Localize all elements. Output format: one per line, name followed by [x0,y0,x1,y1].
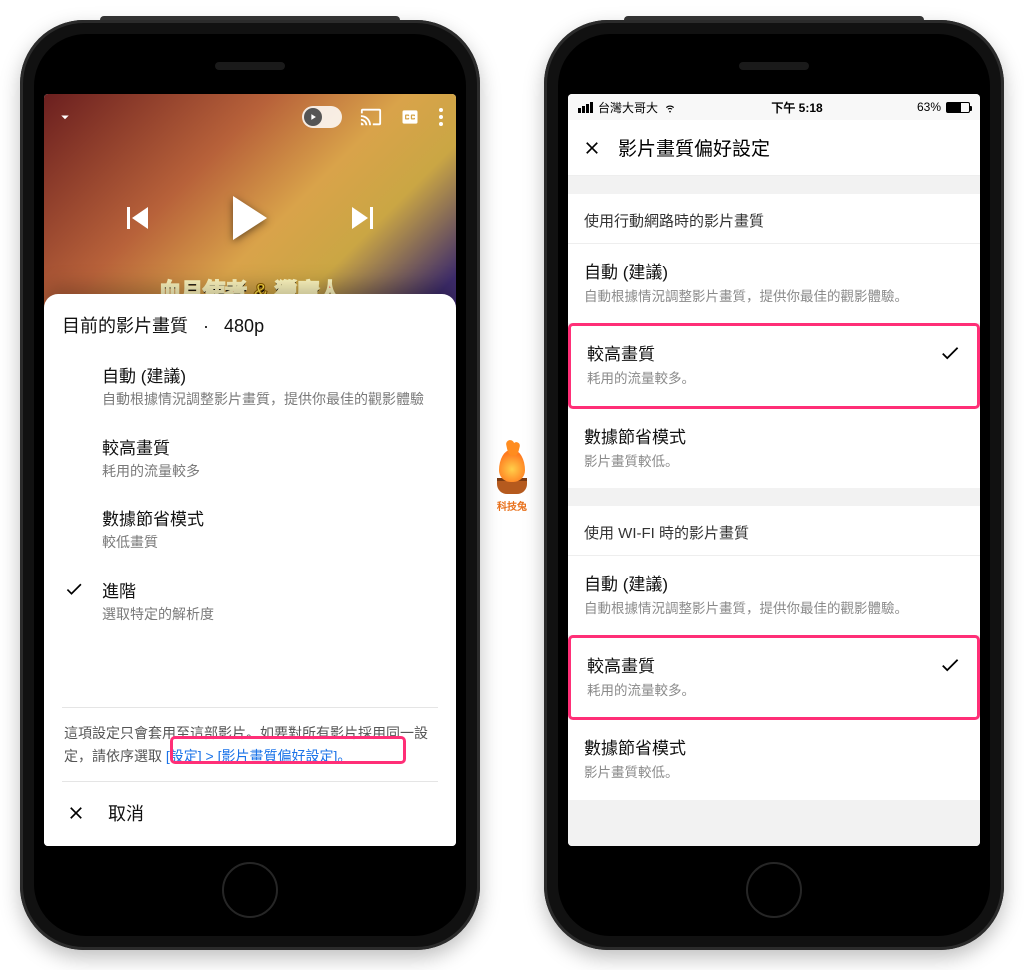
mobile-option-auto[interactable]: 自動 (建議) 自動根據情況調整影片畫質，提供你最佳的觀影體驗。 [568,244,980,323]
page-title: 影片畫質偏好設定 [618,134,770,161]
wifi-option-higher[interactable]: 較高畫質 耗用的流量較多。 [568,635,980,720]
option-desc: 自動根據情況調整影片畫質，提供你最佳的觀影體驗 [102,390,424,410]
option-desc: 較低畫質 [102,533,204,553]
option-desc: 耗用的流量較多。 [587,681,961,701]
autoplay-toggle[interactable] [302,106,342,128]
option-title: 較高畫質 [587,340,961,365]
carrier-label: 台灣大哥大 [598,99,658,116]
option-title: 數據節省模式 [584,734,964,759]
signal-icon [578,102,593,113]
phone-left: 血月使者&獵魔人 0:18 / 35:38 有機會贏獎品* [20,20,480,950]
status-time: 下午 5:18 [771,99,822,116]
mobile-option-higher[interactable]: 較高畫質 耗用的流量較多。 [568,323,980,408]
wifi-icon [663,100,677,114]
option-desc: 自動根據情況調整影片畫質，提供你最佳的觀影體驗。 [584,287,964,307]
more-icon[interactable] [438,107,444,127]
phone-right: 台灣大哥大 下午 5:18 63% 影片畫質偏好設定 使用行動網路時的影片畫質 [544,20,1004,950]
status-bar: 台灣大哥大 下午 5:18 63% [568,94,980,120]
quality-option-higher[interactable]: 較高畫質 耗用的流量較多 [62,424,438,496]
option-title: 進階 [102,577,214,602]
chevron-down-icon[interactable] [56,108,74,126]
option-desc: 耗用的流量較多。 [587,369,961,389]
option-desc: 自動根據情況調整影片畫質，提供你最佳的觀影體驗。 [584,599,964,619]
watermark-label: 科技兔 [497,498,527,513]
phone-speaker [215,62,285,70]
option-desc: 耗用的流量較多 [102,462,200,482]
phone-speaker [739,62,809,70]
pot-icon [497,478,527,494]
check-icon [64,579,84,599]
quality-option-auto[interactable]: 自動 (建議) 自動根據情況調整影片畫質，提供你最佳的觀影體驗 [62,352,438,424]
previous-button[interactable] [127,207,148,229]
settings-link[interactable]: [設定] > [影片畫質偏好設定]。 [162,748,351,764]
wifi-option-auto[interactable]: 自動 (建議) 自動根據情況調整影片畫質，提供你最佳的觀影體驗。 [568,556,980,635]
option-title: 自動 (建議) [584,570,964,595]
option-title: 數據節省模式 [102,505,204,530]
section-wifi-header: 使用 WI-FI 時的影片畫質 [568,506,980,556]
sheet-note: 這項設定只會套用至這部影片。如要對所有影片採用同一設定，請依序選取 [設定] >… [62,707,438,781]
option-desc: 影片畫質較低。 [584,763,964,783]
quality-option-advanced[interactable]: 進階 選取特定的解析度 [62,567,438,639]
battery-icon [946,102,970,113]
option-title: 數據節省模式 [584,423,964,448]
option-title: 較高畫質 [587,652,961,677]
cancel-button[interactable]: 取消 [62,781,438,846]
play-in-knob-icon [308,112,318,122]
play-button[interactable] [233,196,267,240]
cast-icon[interactable] [360,106,382,128]
watermark-mascot: 科技兔 [488,450,536,520]
option-title: 自動 (建議) [102,362,424,387]
captions-icon[interactable] [400,107,420,127]
wifi-option-datasaver[interactable]: 數據節省模式 影片畫質較低。 [568,720,980,799]
option-desc: 影片畫質較低。 [584,452,964,472]
page-header: 影片畫質偏好設定 [568,120,980,176]
section-mobile-header: 使用行動網路時的影片畫質 [568,194,980,244]
close-icon [66,803,86,823]
mobile-option-datasaver[interactable]: 數據節省模式 影片畫質較低。 [568,409,980,488]
cancel-label: 取消 [108,800,144,826]
home-button[interactable] [222,862,278,918]
sheet-heading: 目前的影片畫質 · 480p [62,312,438,338]
option-title: 較高畫質 [102,434,200,459]
quality-option-datasaver[interactable]: 數據節省模式 較低畫質 [62,495,438,567]
battery-label: 63% [917,100,941,114]
check-icon [939,342,961,364]
option-desc: 選取特定的解析度 [102,605,214,625]
home-button[interactable] [746,862,802,918]
check-icon [939,654,961,676]
option-title: 自動 (建議) [584,258,964,283]
next-button[interactable] [352,207,373,229]
flame-icon [499,450,525,482]
close-icon[interactable] [582,138,602,158]
quality-sheet: 目前的影片畫質 · 480p 自動 (建議) 自動根據情況調整影片畫質，提供你最… [44,294,456,846]
